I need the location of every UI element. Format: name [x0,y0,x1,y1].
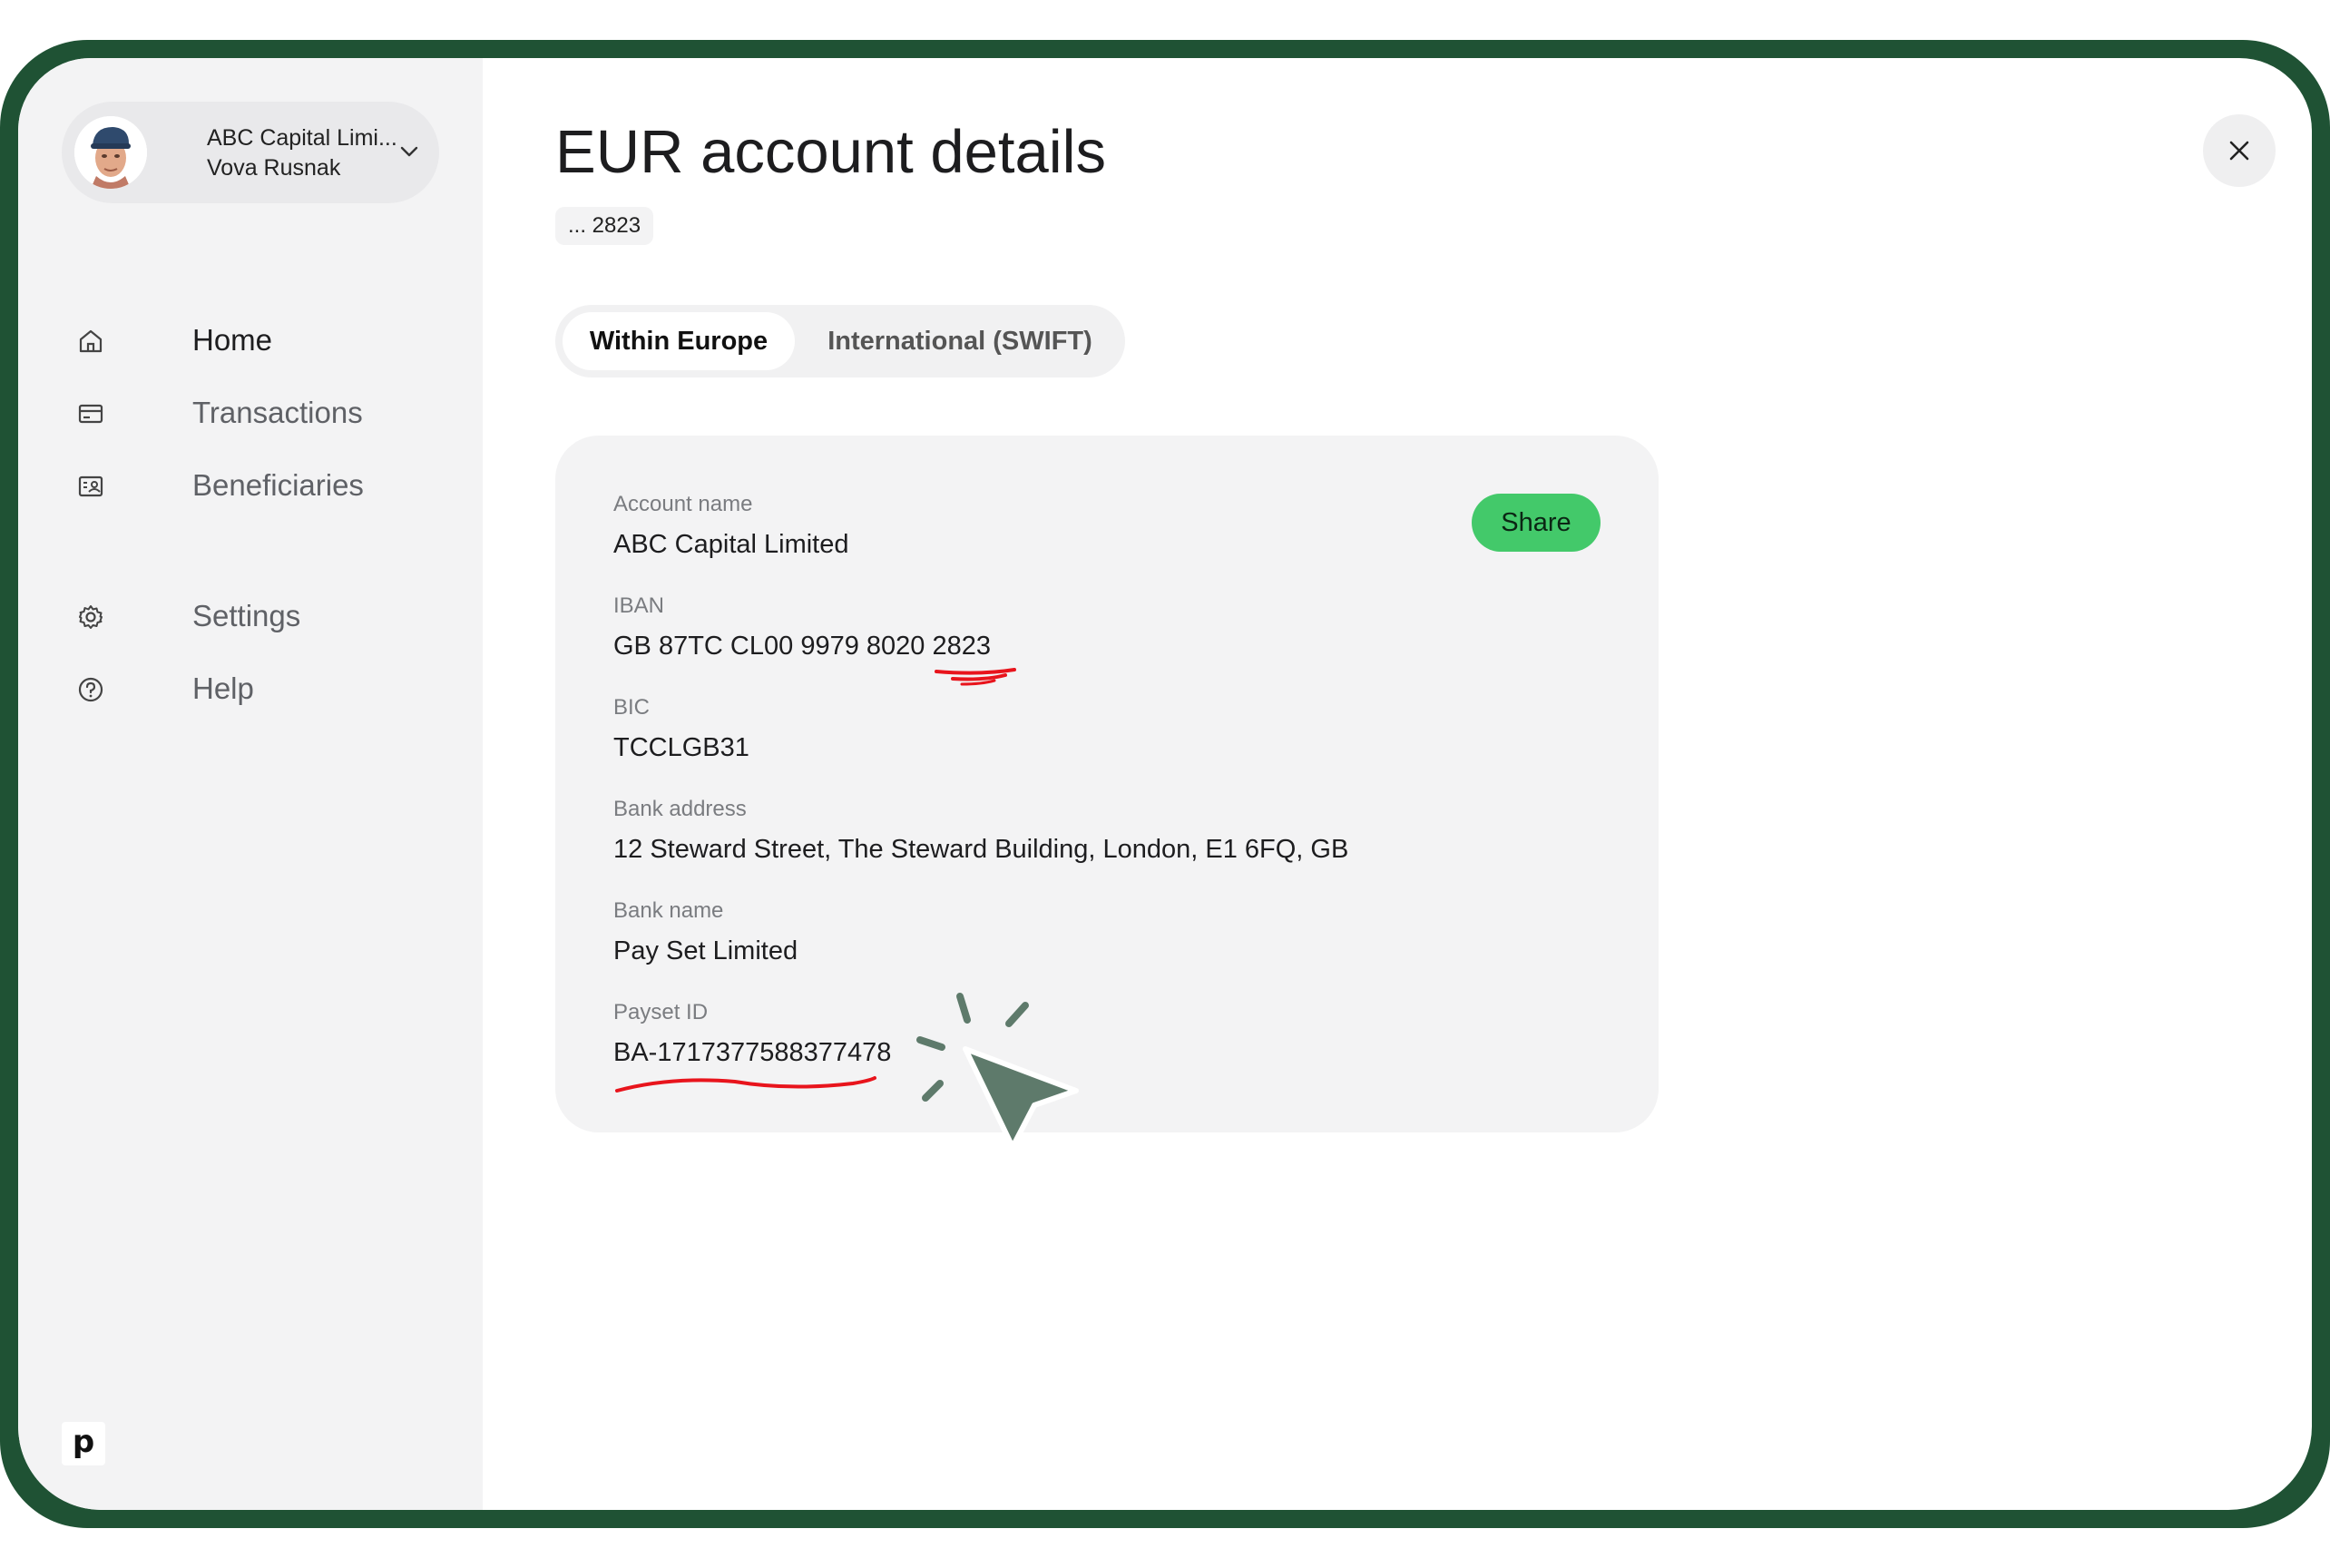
tab-within-europe[interactable]: Within Europe [563,312,795,370]
sidebar: ABC Capital Limi... Vova Rusnak Home Tra… [18,58,483,1510]
sidebar-item-label: Help [192,671,254,705]
avatar [74,116,147,189]
tab-international-swift[interactable]: International (SWIFT) [802,312,1118,370]
sidebar-item-help[interactable]: Help [76,664,439,715]
sidebar-item-home[interactable]: Home [76,316,439,367]
account-name-label: Account name [613,492,753,516]
account-switcher[interactable]: ABC Capital Limi... Vova Rusnak [62,102,439,203]
sidebar-item-beneficiaries[interactable]: Beneficiaries [76,461,439,512]
sidebar-item-settings[interactable]: Settings [76,592,439,642]
transfer-type-tabs: Within Europe International (SWIFT) [555,305,1125,377]
bank-name-label: Bank name [613,898,724,923]
account-number-chip: ... 2823 [555,207,654,245]
share-button[interactable]: Share [1472,494,1601,552]
sidebar-item-label: Settings [192,599,301,632]
bank-address-value: 12 Steward Street, The Steward Building,… [613,835,1349,864]
chevron-down-icon [400,146,418,157]
bank-name-value: Pay Set Limited [613,936,798,965]
beneficiaries-icon [78,475,103,497]
bank-address-label: Bank address [613,797,747,821]
iban-label: IBAN [613,593,665,618]
brand-logo: p [62,1422,105,1465]
sidebar-item-label: Transactions [192,396,363,429]
sidebar-item-label: Home [192,323,273,357]
settings-icon [79,605,103,629]
app-window: ABC Capital Limi... Vova Rusnak Home Tra… [18,58,2312,1510]
close-icon [2229,141,2249,161]
payset-id-label: Payset ID [613,1000,709,1024]
sidebar-item-transactions[interactable]: Transactions [76,388,439,439]
payset-id-value: BA-1717377588377478 [613,1038,892,1067]
close-button[interactable] [2203,114,2276,187]
account-user-name: Vova Rusnak [207,155,341,181]
sidebar-item-label: Beneficiaries [192,468,364,502]
page-title: EUR account details [555,118,1107,186]
iban-value: GB 87TC CL00 9979 8020 2823 [613,632,991,661]
bic-value: TCCLGB31 [613,733,749,762]
card-icon [78,404,103,424]
account-name-value: ABC Capital Limited [613,530,849,559]
account-company-name: ABC Capital Limi... [207,125,397,151]
help-icon [78,677,103,702]
home-icon [79,329,103,353]
bic-label: BIC [613,695,651,720]
account-details-card: Share Account name ABC Capital Limited I… [555,436,1659,1132]
